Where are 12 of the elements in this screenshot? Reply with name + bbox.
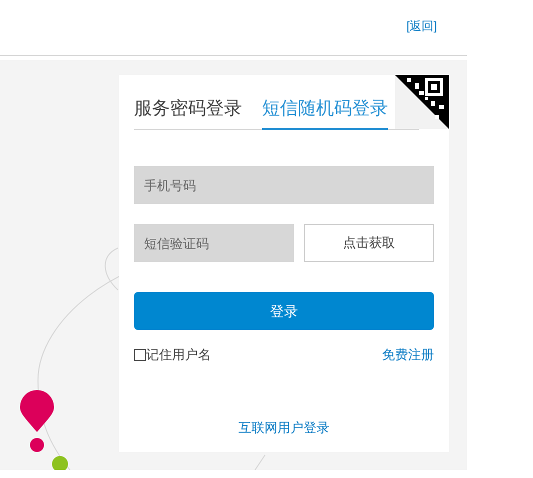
register-link[interactable]: 免费注册	[382, 345, 434, 364]
remember-label: 记住用户名	[146, 346, 211, 364]
login-tab[interactable]: 服务密码登录	[134, 95, 242, 130]
remember-checkbox[interactable]	[134, 348, 146, 361]
login-tab[interactable]: 短信随机码登录	[262, 95, 388, 130]
login-button[interactable]: 登录	[134, 292, 434, 330]
phone-field[interactable]: 手机号码	[134, 166, 434, 204]
sms-code-field[interactable]: 短信验证码	[134, 224, 294, 262]
qr-code-icon[interactable]	[395, 75, 449, 129]
internet-login-link[interactable]: 互联网用户登录	[238, 418, 330, 437]
get-code-button[interactable]: 点击获取	[304, 224, 434, 262]
back-link[interactable]: [返回]	[406, 17, 437, 35]
